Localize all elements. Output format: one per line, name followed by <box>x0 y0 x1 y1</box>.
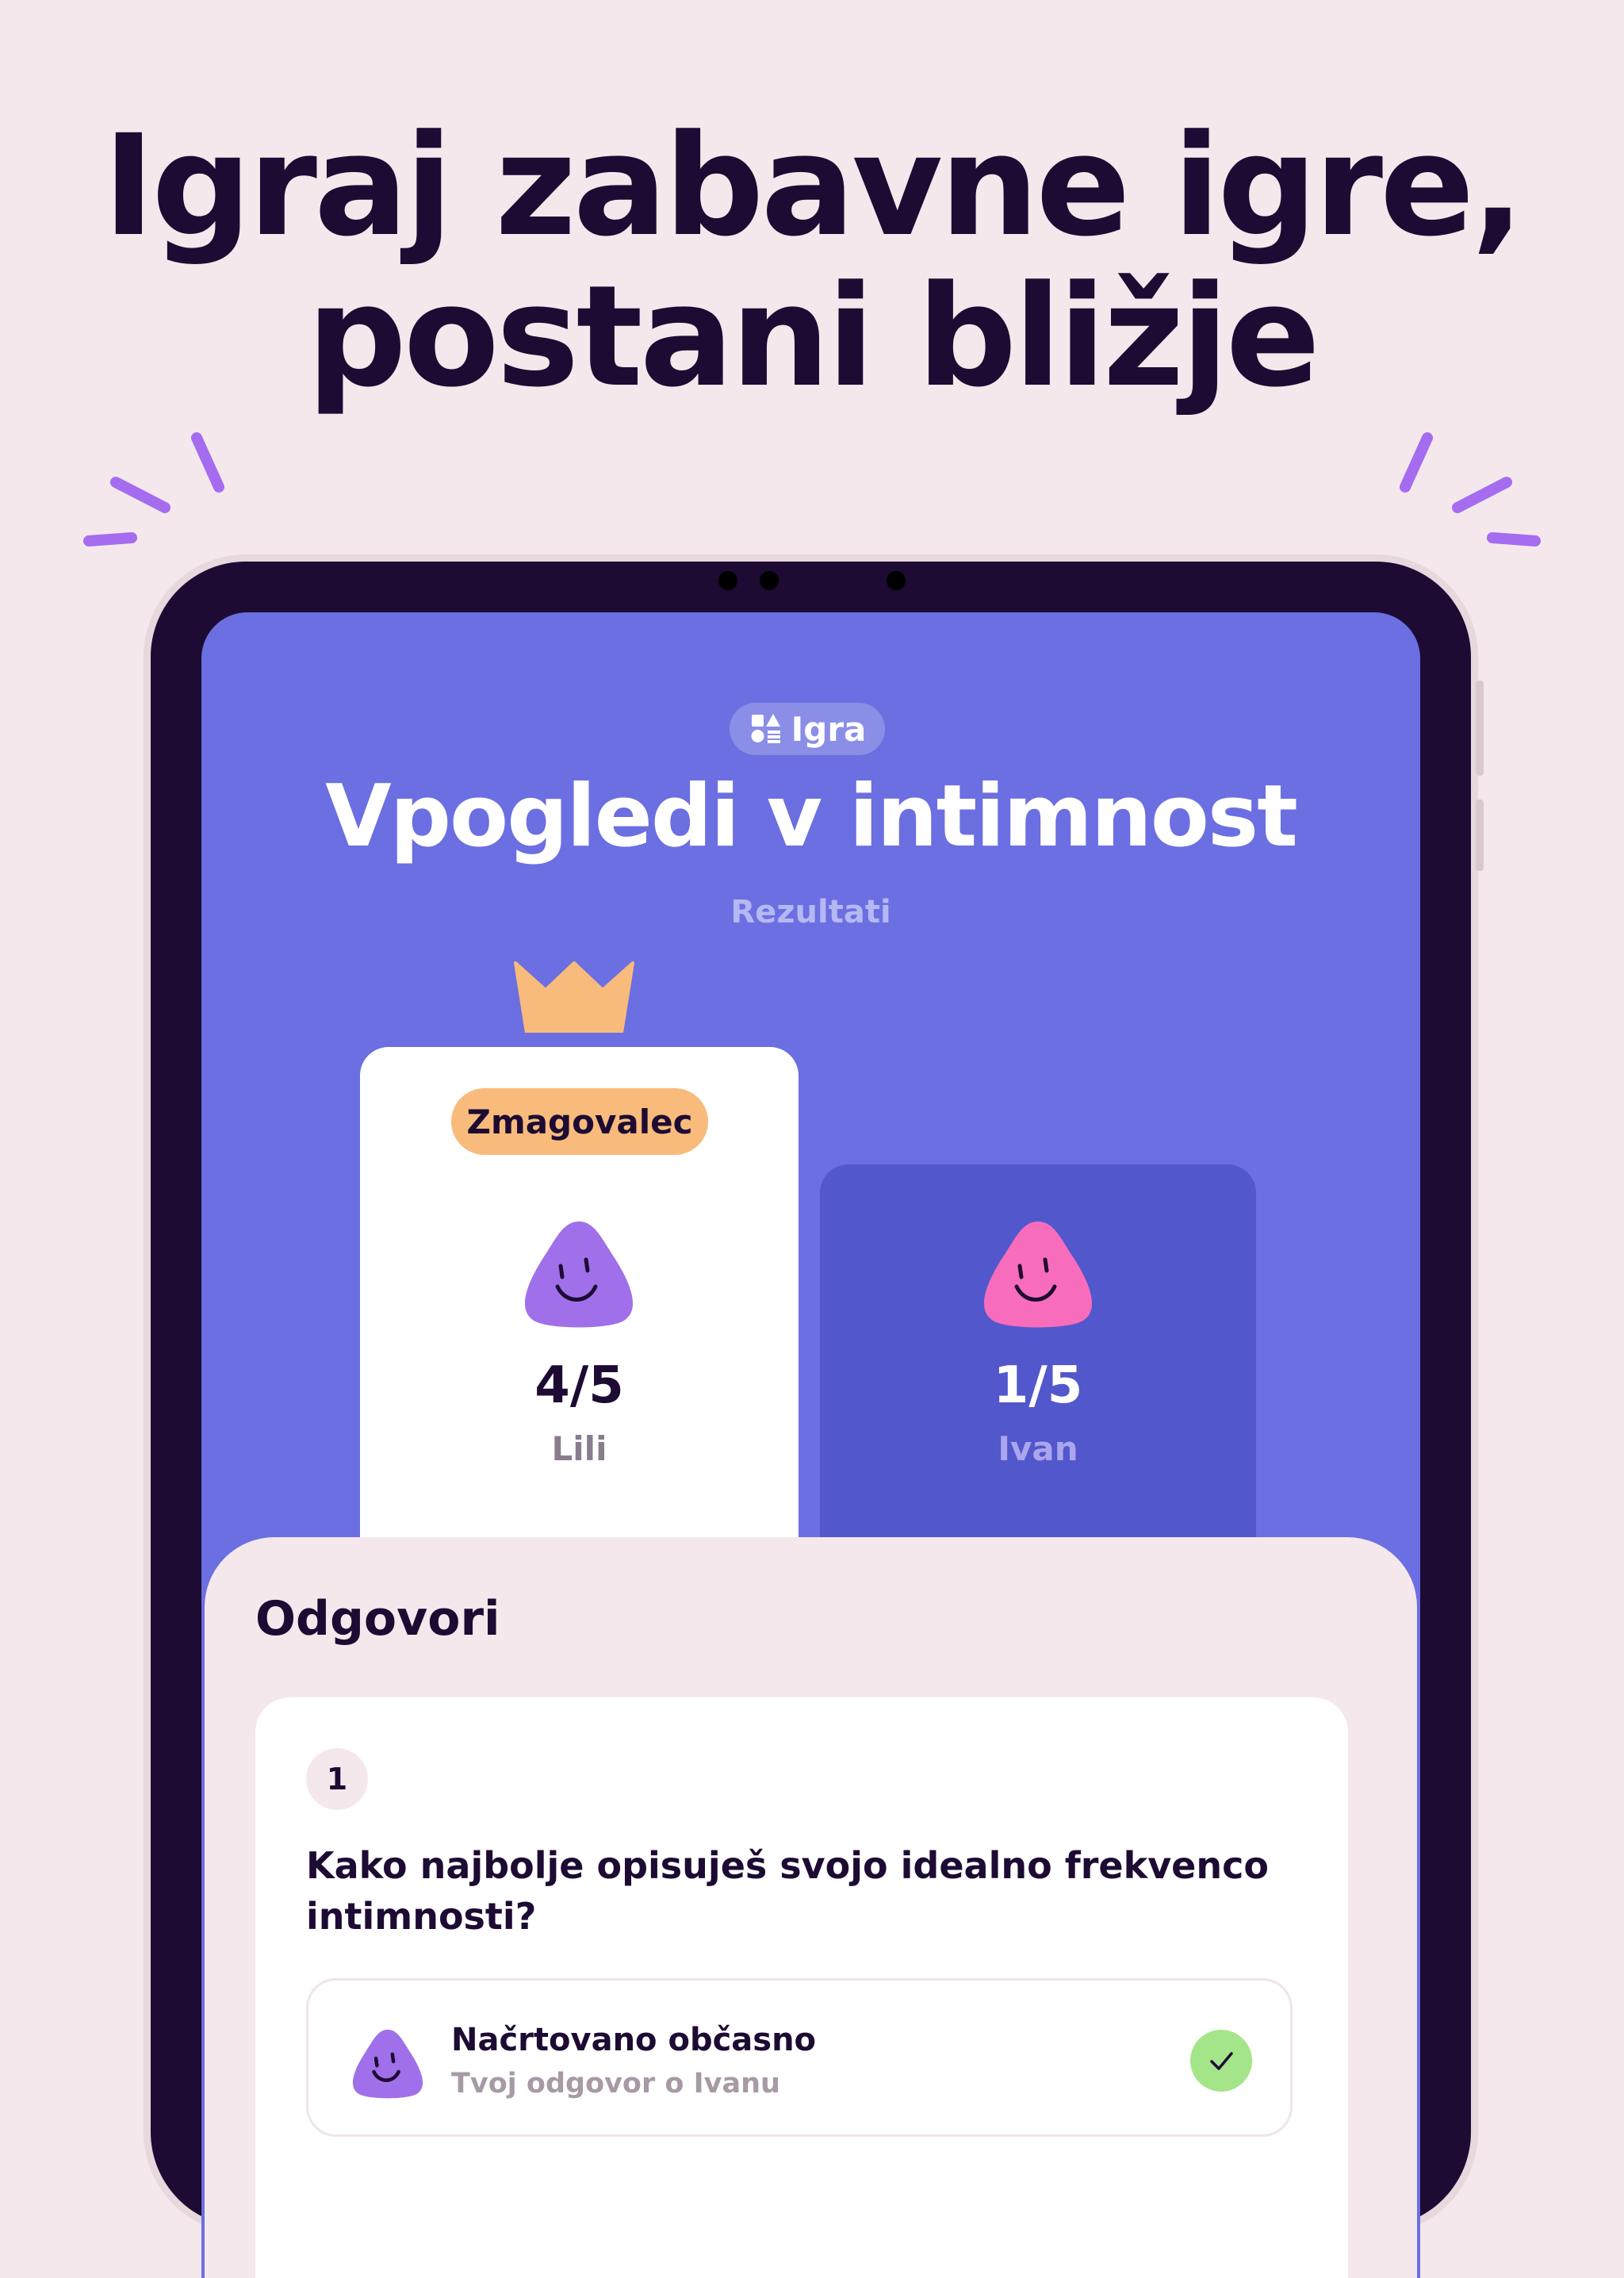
answer-subtitle: Tvoj odgovor o Ivanu <box>451 2068 780 2100</box>
game-tag-label: Igra <box>791 709 867 749</box>
camera-dot <box>760 571 779 590</box>
player-score: 1/5 <box>993 1356 1083 1415</box>
question-card: 1 Kako najbolje opisuješ svojo idealno f… <box>255 1697 1348 2278</box>
tablet-side-button <box>1476 800 1484 871</box>
winner-badge: Zmagovalec <box>451 1088 708 1155</box>
answers-heading: Odgovori <box>255 1591 500 1647</box>
headline-line-1: Igraj zabavne igre, <box>102 105 1525 267</box>
headline-line-2: postani bližje <box>306 255 1320 418</box>
game-title: Vpogledi v intimnost <box>325 767 1298 866</box>
check-icon <box>1190 2030 1252 2092</box>
player-name: Ivan <box>998 1429 1078 1468</box>
blob-avatar-icon <box>983 1221 1093 1328</box>
game-shapes-icon <box>751 714 780 743</box>
camera-dot <box>718 571 737 590</box>
answer-title: Načrtovano občasno <box>451 2022 817 2058</box>
player-card-winner[interactable]: Zmagovalec 4/5 Lili <box>360 1047 799 1602</box>
tablet-side-button <box>1476 681 1484 776</box>
results-subtitle: Rezultati <box>730 894 891 930</box>
tablet-frame: Igra Vpogledi v intimnost Rezultati Zmag… <box>151 562 1484 2278</box>
player-score: 4/5 <box>534 1356 624 1415</box>
camera-dot <box>887 571 906 590</box>
headline: Igraj zabavne igre, postani bližje <box>0 111 1624 412</box>
answer-option[interactable]: Načrtovano občasno Tvoj odgovor o Ivanu <box>306 1978 1293 2137</box>
blob-avatar-icon <box>352 2029 423 2099</box>
blob-avatar-icon <box>524 1221 634 1328</box>
game-tag: Igra <box>730 703 885 755</box>
question-number: 1 <box>306 1748 368 1810</box>
app-screen: Igra Vpogledi v intimnost Rezultati Zmag… <box>201 612 1420 2278</box>
crown-icon <box>514 961 634 1033</box>
player-name: Lili <box>551 1429 607 1468</box>
question-text: Kako najbolje opisuješ svojo idealno fre… <box>306 1844 1269 1938</box>
